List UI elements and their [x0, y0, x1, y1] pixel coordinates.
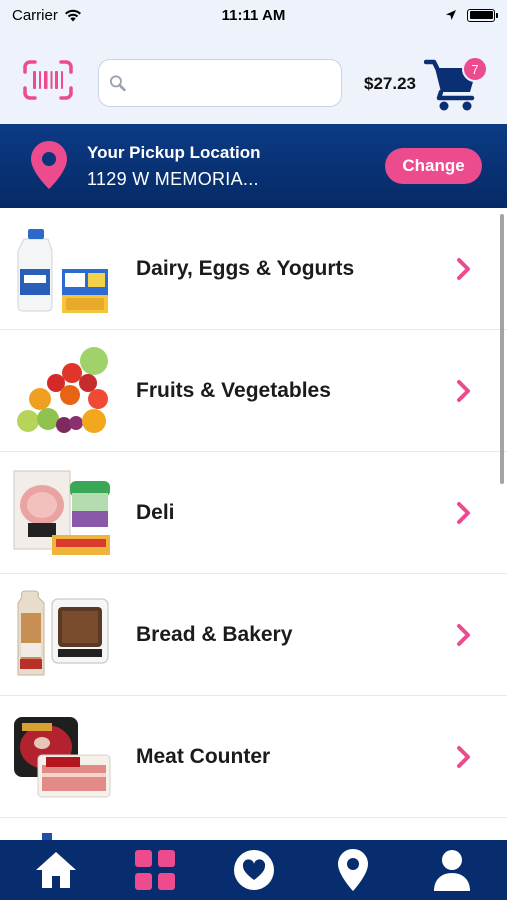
- status-left: Carrier: [12, 7, 82, 24]
- meat-image: [12, 709, 112, 805]
- chevron-right-icon: [457, 623, 470, 646]
- tab-categories[interactable]: [125, 842, 185, 898]
- pickup-title: Your Pickup Location: [87, 143, 261, 162]
- category-label: Dairy, Eggs & Yogurts: [136, 256, 355, 280]
- category-label: Meat Counter: [136, 744, 271, 768]
- carrier-label: Carrier: [12, 6, 58, 24]
- pickup-address: 1129 W MEMORIA...: [87, 169, 259, 189]
- location-arrow-icon: [446, 10, 456, 20]
- bakery-image: [12, 587, 112, 683]
- category-list: Dairy, Eggs & Yogurts Fruits & Vegetable…: [0, 208, 507, 840]
- cart-total: $27.23: [364, 74, 416, 93]
- categories-grid-icon: [134, 850, 175, 890]
- category-row-produce[interactable]: Fruits & Vegetables: [0, 330, 507, 452]
- search-icon: [109, 75, 126, 92]
- category-row-deli[interactable]: Deli: [0, 452, 507, 574]
- map-pin-icon: [31, 141, 67, 189]
- header: $27.23 7: [0, 30, 507, 124]
- category-row-bakery[interactable]: Bread & Bakery: [0, 574, 507, 696]
- location-pin-icon: [337, 849, 368, 891]
- tab-favorites[interactable]: [224, 842, 284, 898]
- home-icon: [35, 852, 76, 888]
- list-scrollbar[interactable]: [500, 214, 504, 484]
- change-location-button[interactable]: Change: [385, 148, 482, 184]
- tab-account[interactable]: [422, 842, 482, 898]
- status-right: [445, 8, 498, 22]
- cart-count-badge: 7: [462, 56, 488, 82]
- status-bar: Carrier 11:11 AM: [0, 0, 507, 30]
- category-row-partial[interactable]: [0, 818, 507, 840]
- pickup-location-banner: Your Pickup Location 1129 W MEMORIA... C…: [0, 124, 507, 208]
- category-row-meat[interactable]: Meat Counter: [0, 696, 507, 818]
- tab-home[interactable]: [26, 842, 86, 898]
- dairy-image: [12, 221, 112, 317]
- category-label: Deli: [136, 500, 175, 524]
- chevron-right-icon: [457, 745, 470, 768]
- bottom-tab-bar: [0, 840, 507, 900]
- category-label: Fruits & Vegetables: [136, 378, 331, 402]
- category-row-dairy[interactable]: Dairy, Eggs & Yogurts: [0, 208, 507, 330]
- chevron-right-icon: [457, 257, 470, 280]
- tab-location[interactable]: [323, 842, 383, 898]
- barcode-scan-icon: [23, 60, 73, 100]
- favorites-heart-icon: [233, 850, 274, 890]
- search-bar[interactable]: [98, 59, 342, 107]
- search-input[interactable]: [134, 74, 341, 92]
- wifi-icon: [64, 9, 81, 21]
- chevron-right-icon: [457, 501, 470, 524]
- account-person-icon: [433, 850, 470, 891]
- battery-icon: [467, 8, 498, 22]
- produce-image: [12, 343, 112, 439]
- deli-image: [12, 465, 112, 561]
- barcode-scan-button[interactable]: [20, 54, 76, 106]
- next-category-image: [12, 831, 112, 840]
- category-label: Bread & Bakery: [136, 622, 293, 646]
- chevron-right-icon: [457, 379, 470, 402]
